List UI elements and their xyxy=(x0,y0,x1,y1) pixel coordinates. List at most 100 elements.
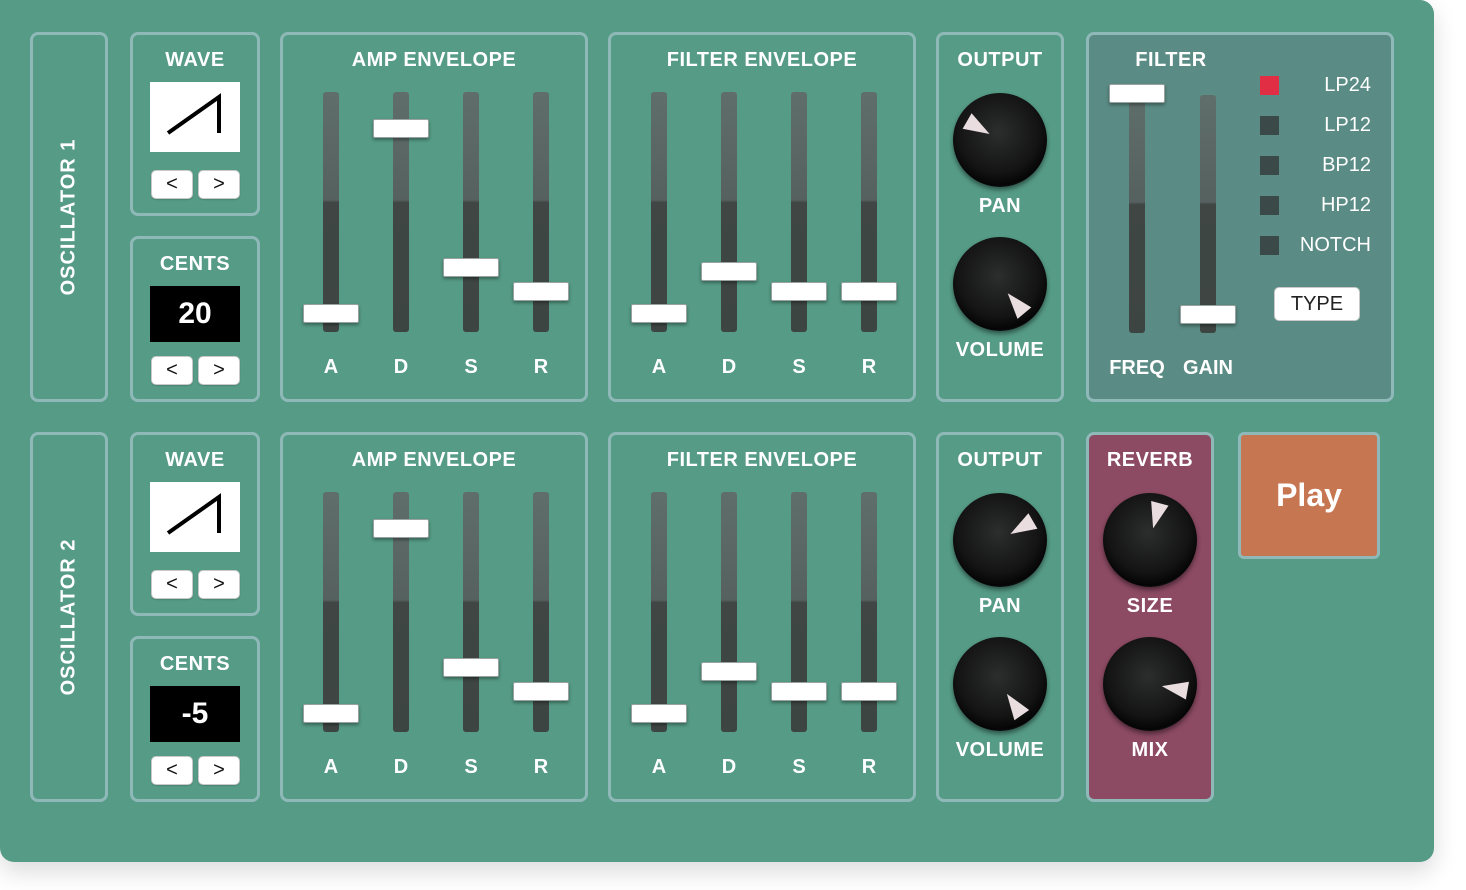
knob-pointer xyxy=(1007,293,1032,319)
slider-thumb-a[interactable] xyxy=(303,704,359,724)
wave-title: WAVE xyxy=(165,449,225,471)
oscillator-1-label: OSCILLATOR 1 xyxy=(57,138,80,296)
slider-thumb-s[interactable] xyxy=(443,257,499,277)
filter-type-button[interactable]: TYPE xyxy=(1274,287,1360,321)
osc1-wave-panel: WAVE < > xyxy=(130,32,260,216)
slider-label-r: R xyxy=(861,356,877,378)
slider-label-d: D xyxy=(393,356,409,378)
knob-pointer xyxy=(1006,693,1030,721)
volume-label: VOLUME xyxy=(955,739,1045,761)
volume-knob[interactable] xyxy=(953,237,1047,331)
pan-knob[interactable] xyxy=(953,493,1047,587)
oscillator-2-header: OSCILLATOR 2 xyxy=(30,432,108,802)
slider-thumb-r[interactable] xyxy=(841,282,897,302)
slider-label-s: S xyxy=(464,356,478,378)
lp24-label: LP24 xyxy=(1324,74,1371,96)
knob-pointer xyxy=(1010,513,1038,534)
reverb-panel: REVERB SIZE MIX xyxy=(1086,432,1214,802)
slider-track-a[interactable] xyxy=(651,492,667,732)
slider-track-d[interactable] xyxy=(721,92,737,332)
freq-label: FREQ xyxy=(1109,357,1165,379)
slider-track-s[interactable] xyxy=(463,492,479,732)
reverb-title: REVERB xyxy=(1106,449,1194,471)
slider-track-s[interactable] xyxy=(463,92,479,332)
wave-next-button[interactable]: > xyxy=(198,570,240,599)
slider-label-s: S xyxy=(792,756,806,778)
cents-title: CENTS xyxy=(159,653,231,675)
slider-thumb-a[interactable] xyxy=(631,304,687,324)
slider-thumb-s[interactable] xyxy=(771,282,827,302)
slider-thumb-d[interactable] xyxy=(373,518,429,538)
wave-prev-button[interactable]: < xyxy=(151,170,193,199)
slider-track-a[interactable] xyxy=(323,92,339,332)
slider-label-d: D xyxy=(393,756,409,778)
slider-track-d[interactable] xyxy=(721,492,737,732)
volume-knob[interactable] xyxy=(953,637,1047,731)
slider-label-a: A xyxy=(651,756,667,778)
play-button[interactable]: Play xyxy=(1238,432,1380,559)
volume-label: VOLUME xyxy=(955,339,1045,361)
slider-label-d: D xyxy=(721,756,737,778)
slider-thumb-a[interactable] xyxy=(631,704,687,724)
wave-next-button[interactable]: > xyxy=(198,170,240,199)
slider-thumb-s[interactable] xyxy=(771,682,827,702)
osc1-output-panel: OUTPUT PAN VOLUME xyxy=(936,32,1064,402)
osc2-amp-envelope-panel: AMP ENVELOPE A D S R xyxy=(280,432,588,802)
cents-prev-button[interactable]: < xyxy=(151,356,193,385)
knob-pointer xyxy=(1151,500,1169,529)
output-title: OUTPUT xyxy=(957,49,1043,71)
osc2-wave-panel: WAVE < > xyxy=(130,432,260,616)
wave-prev-button[interactable]: < xyxy=(151,570,193,599)
slider-label-r: R xyxy=(861,756,877,778)
cents-next-button[interactable]: > xyxy=(198,356,240,385)
osc2-filter-envelope-panel: FILTER ENVELOPE A D S R xyxy=(608,432,916,802)
osc1-amp-envelope-panel: AMP ENVELOPE A D S R xyxy=(280,32,588,402)
slider-thumb-r[interactable] xyxy=(841,682,897,702)
filter-envelope-title: FILTER ENVELOPE xyxy=(666,449,858,471)
bp12-label: BP12 xyxy=(1322,154,1371,176)
slider-thumb-d[interactable] xyxy=(373,118,429,138)
pan-knob[interactable] xyxy=(953,93,1047,187)
freq-slider-thumb[interactable] xyxy=(1109,84,1165,103)
slider-label-s: S xyxy=(464,756,478,778)
slider-label-s: S xyxy=(792,356,806,378)
slider-track-a[interactable] xyxy=(323,492,339,732)
wave-title: WAVE xyxy=(165,49,225,71)
gain-label: GAIN xyxy=(1183,357,1233,379)
slider-label-a: A xyxy=(323,756,339,778)
sawtooth-icon xyxy=(150,482,240,552)
gain-slider-track[interactable] xyxy=(1200,95,1216,333)
mix-label: MIX xyxy=(1131,739,1169,761)
gain-slider-thumb[interactable] xyxy=(1180,304,1236,324)
slider-thumb-r[interactable] xyxy=(513,282,569,302)
cents-prev-button[interactable]: < xyxy=(151,756,193,785)
slider-thumb-a[interactable] xyxy=(303,304,359,324)
slider-thumb-d[interactable] xyxy=(701,262,757,282)
cents-display: -5 xyxy=(150,686,240,742)
cents-next-button[interactable]: > xyxy=(198,756,240,785)
size-knob[interactable] xyxy=(1103,493,1197,587)
slider-thumb-s[interactable] xyxy=(443,657,499,677)
slider-thumb-r[interactable] xyxy=(513,682,569,702)
slider-thumb-d[interactable] xyxy=(701,662,757,682)
amp-envelope-title: AMP ENVELOPE xyxy=(351,449,517,471)
cents-title: CENTS xyxy=(159,253,231,275)
size-label: SIZE xyxy=(1126,595,1174,617)
bp12-indicator xyxy=(1260,156,1279,175)
filter-envelope-title: FILTER ENVELOPE xyxy=(666,49,858,71)
filter-panel: FILTER FREQ GAIN LP24 LP12 BP12 HP12 NOT… xyxy=(1086,32,1394,402)
filter-title: FILTER xyxy=(1135,49,1207,71)
knob-pointer xyxy=(1161,681,1189,700)
oscillator-1-header: OSCILLATOR 1 xyxy=(30,32,108,402)
knob-pointer xyxy=(962,113,990,134)
output-title: OUTPUT xyxy=(957,449,1043,471)
notch-label: NOTCH xyxy=(1299,234,1371,256)
mix-knob[interactable] xyxy=(1103,637,1197,731)
freq-slider-track[interactable] xyxy=(1129,95,1145,333)
slider-track-a[interactable] xyxy=(651,92,667,332)
lp12-label: LP12 xyxy=(1324,114,1371,136)
slider-label-r: R xyxy=(533,356,549,378)
pan-label: PAN xyxy=(978,195,1022,217)
oscillator-2-label: OSCILLATOR 2 xyxy=(57,538,80,696)
osc1-filter-envelope-panel: FILTER ENVELOPE A D S R xyxy=(608,32,916,402)
